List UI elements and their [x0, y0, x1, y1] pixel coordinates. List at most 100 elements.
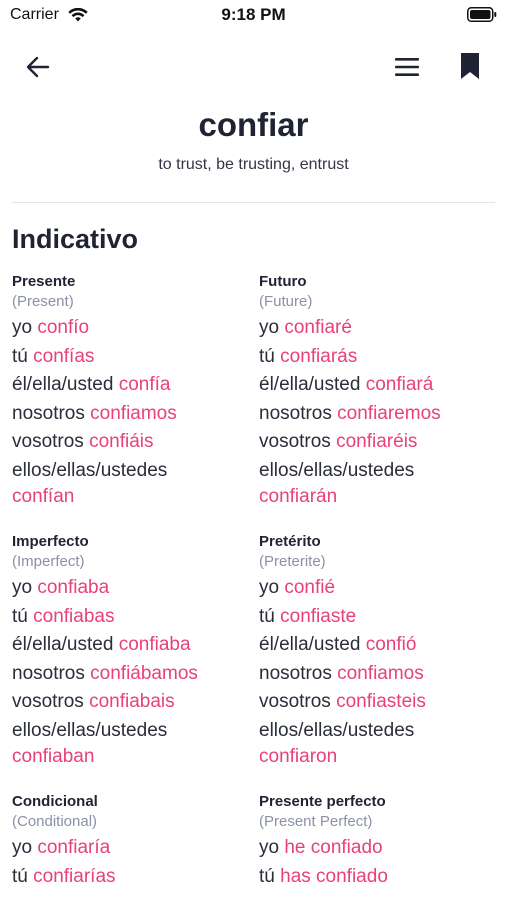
- tense-translation: (Preterite): [259, 553, 326, 570]
- conjugation-row: yo confiaría: [12, 834, 252, 863]
- pronoun: yo: [259, 317, 280, 338]
- verb-title: confiar: [198, 106, 309, 143]
- verb-form: confiarán: [259, 486, 338, 507]
- pronoun: tú: [259, 605, 275, 627]
- verb-form: confiábamos: [90, 662, 198, 684]
- pronoun: ellos/ellas/ustedes: [12, 719, 168, 741]
- pronoun: tú: [259, 345, 275, 367]
- conjugation-row: tú confiabas: [12, 603, 252, 632]
- conjugation-row: tú confiaste: [259, 603, 499, 632]
- pronoun: él/ella/usted: [12, 634, 114, 655]
- conjugation-row: yo confío: [12, 314, 252, 343]
- conjugation-row: vosotros confiabais: [12, 688, 252, 717]
- verb-form: confiabas: [33, 605, 115, 627]
- verb-form: confió: [365, 634, 417, 655]
- pronoun: nosotros: [259, 662, 332, 684]
- conjugation-row: nosotros confiamos: [12, 400, 252, 429]
- pronoun: ellos/ellas/ustedes: [259, 719, 415, 741]
- conjugation-row: nosotros confiábamos: [12, 660, 252, 689]
- conjugation-row: él/ella/usted confió: [259, 631, 499, 660]
- pronoun: nosotros: [12, 662, 85, 684]
- verb-form: confiaría: [37, 837, 111, 858]
- verb-form: confiasteis: [336, 691, 426, 712]
- clock: 9:18 PM: [221, 5, 286, 24]
- pronoun: vosotros: [12, 431, 84, 452]
- verb-form: confiaremos: [337, 402, 441, 424]
- tense-name: Futuro: [259, 273, 307, 290]
- conjugation-row: tú confiarás: [259, 343, 499, 372]
- pronoun: tú: [12, 865, 28, 887]
- verb-form: confía: [118, 374, 171, 395]
- pronoun: yo: [12, 577, 33, 598]
- pronoun: yo: [12, 837, 33, 858]
- tense-name: Imperfecto: [12, 533, 89, 550]
- verb-form: confiamos: [337, 662, 424, 684]
- conjugation-row: ellos/ellas/ustedes confiaron: [259, 717, 499, 770]
- verb-form: confiaron: [259, 746, 338, 767]
- conjugation-row: yo confié: [259, 574, 499, 603]
- verb-form: confiará: [365, 374, 434, 395]
- verb-form: confiamos: [90, 402, 177, 424]
- navigation-bar: [0, 48, 507, 88]
- conjugation-row: tú confiarías: [12, 863, 252, 892]
- verb-form: confío: [37, 317, 90, 338]
- pronoun: él/ella/usted: [259, 374, 361, 395]
- conjugation-row: yo confiaré: [259, 314, 499, 343]
- verb-form: confiaste: [280, 605, 357, 627]
- verb-form: confían: [12, 486, 75, 507]
- pronoun: vosotros: [12, 691, 84, 712]
- conjugation-row: yo confiaba: [12, 574, 252, 603]
- conjugation-row: nosotros confiamos: [259, 660, 499, 689]
- bookmark-icon[interactable]: [459, 52, 481, 80]
- pronoun: tú: [259, 865, 275, 887]
- pronoun: nosotros: [259, 402, 332, 424]
- conjugation-row: vosotros confiasteis: [259, 688, 499, 717]
- pronoun: nosotros: [12, 402, 85, 424]
- pronoun: vosotros: [259, 431, 331, 452]
- conjugation-row: ellos/ellas/ustedes confiarán: [259, 457, 499, 510]
- mood-heading: Indicativo: [12, 224, 139, 254]
- back-arrow-icon[interactable]: [24, 53, 52, 81]
- conjugation-row: tú has confiado: [259, 863, 499, 892]
- tense-condicional: Condicional (Conditional) yo confiaría t…: [12, 792, 252, 891]
- verb-form: confiaba: [118, 634, 191, 655]
- tense-name: Pretérito: [259, 533, 321, 550]
- verb-form: confié: [284, 577, 336, 598]
- pronoun: yo: [259, 577, 280, 598]
- tense-futuro: Futuro (Future) yo confiaré tú confiarás…: [259, 272, 499, 509]
- tense-translation: (Conditional): [12, 813, 98, 830]
- hamburger-menu-icon[interactable]: [393, 54, 421, 80]
- verb-form: confiaban: [12, 746, 95, 767]
- conjugation-row: él/ella/usted confiará: [259, 371, 499, 400]
- tense-translation: (Present Perfect): [259, 813, 373, 830]
- conjugation-row: nosotros confiaremos: [259, 400, 499, 429]
- pronoun: yo: [12, 317, 33, 338]
- conjugation-row: ellos/ellas/ustedes confiaban: [12, 717, 252, 770]
- tense-translation: (Imperfect): [12, 553, 85, 570]
- verb-form: confías: [33, 345, 95, 367]
- pronoun: ellos/ellas/ustedes: [12, 459, 168, 481]
- pronoun: vosotros: [259, 691, 331, 712]
- verb-form: he confiado: [284, 837, 383, 858]
- conjugation-row: vosotros confiáis: [12, 428, 252, 457]
- tense-translation: (Future): [259, 293, 313, 310]
- verb-form: confiáis: [89, 431, 154, 452]
- conjugation-row: yo he confiado: [259, 834, 499, 863]
- conjugation-row: él/ella/usted confía: [12, 371, 252, 400]
- tense-name: Presente: [12, 273, 76, 290]
- verb-form: confiaré: [284, 317, 352, 338]
- verb-form: has confiado: [280, 865, 388, 887]
- pronoun: tú: [12, 345, 28, 367]
- divider: [12, 202, 495, 203]
- conjugation-row: tú confías: [12, 343, 252, 372]
- verb-form: confiaréis: [336, 431, 418, 452]
- conjugation-row: él/ella/usted confiaba: [12, 631, 252, 660]
- tense-name: Condicional: [12, 793, 98, 810]
- verb-form: confiabais: [89, 691, 175, 712]
- pronoun: él/ella/usted: [259, 634, 361, 655]
- tense-name: Presente perfecto: [259, 793, 386, 810]
- tense-imperfecto: Imperfecto (Imperfect) yo confiaba tú co…: [12, 532, 252, 769]
- battery-icon: [467, 7, 497, 22]
- pronoun: ellos/ellas/ustedes: [259, 459, 415, 481]
- tense-presente: Presente (Present) yo confío tú confías …: [12, 272, 252, 509]
